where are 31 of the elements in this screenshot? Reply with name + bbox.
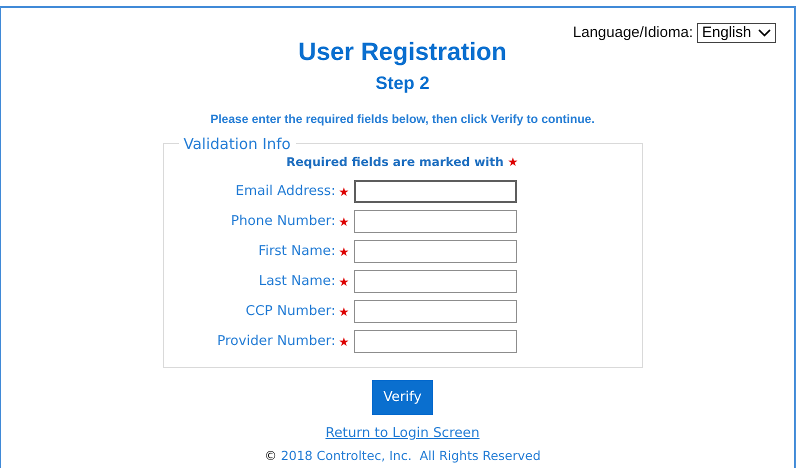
copyright-symbol: © (264, 447, 277, 466)
required-mark: ★ (338, 184, 350, 200)
required-mark: ★ (508, 154, 519, 171)
text-field[interactable] (354, 330, 516, 353)
text-field[interactable] (354, 300, 516, 323)
step-subtitle: Step 2 (375, 74, 430, 92)
copyright-text: 2018 Controltec, Inc. All Rights Reserved (280, 447, 541, 466)
field-label: Last Name: (258, 272, 336, 292)
required-mark: ★ (338, 244, 350, 260)
verify-button[interactable]: Verify (372, 380, 433, 415)
language-select[interactable]: English (697, 23, 776, 44)
required-mark: ★ (338, 214, 350, 230)
text-field[interactable] (354, 210, 516, 233)
required-mark: ★ (338, 274, 350, 290)
field-label: Phone Number: (230, 212, 336, 232)
field-label: First Name: (258, 242, 336, 262)
field-label: Email Address: (235, 182, 336, 202)
return-link[interactable]: Return to Login Screen (325, 423, 480, 444)
field-label: CCP Number: (246, 302, 336, 322)
instructions: Please enter the required fields below, then click Verify to continue. (210, 110, 595, 128)
text-field[interactable] (354, 240, 516, 263)
language-label: Language/Idioma: (572, 23, 693, 43)
required-mark: ★ (338, 334, 350, 350)
required-note: Required fields are marked with (286, 154, 504, 171)
text-field[interactable] (354, 180, 516, 203)
chevron-icon (758, 29, 771, 38)
required-mark: ★ (338, 304, 350, 320)
panel-legend: Validation Info (178, 132, 296, 155)
text-field[interactable] (354, 270, 516, 293)
page-title: User Registration (298, 40, 507, 64)
field-label: Provider Number: (217, 332, 336, 352)
